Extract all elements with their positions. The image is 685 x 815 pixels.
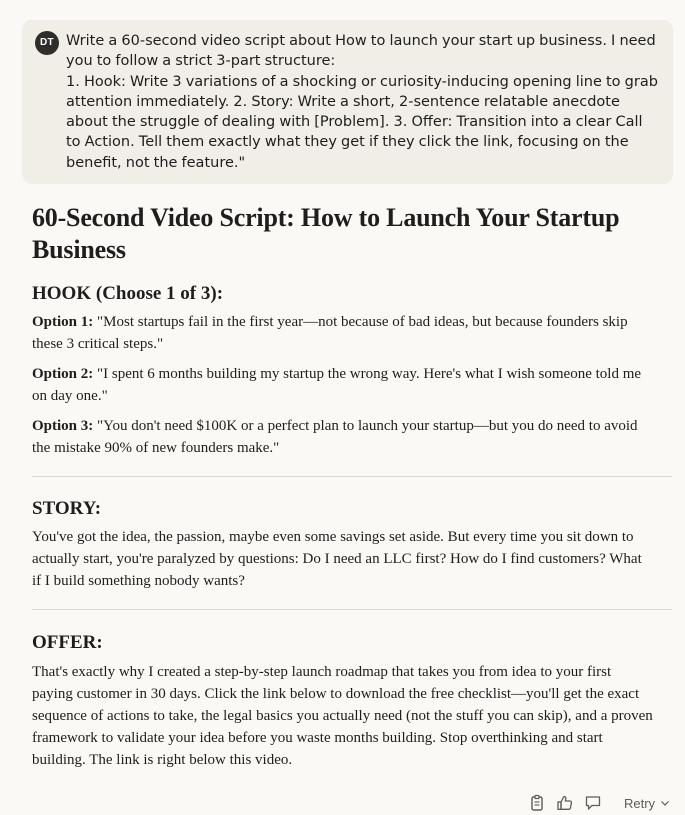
- user-avatar: DT: [35, 31, 59, 55]
- message-actions: Retry: [528, 793, 670, 813]
- user-message-bubble: DT Write a 60-second video script about …: [22, 20, 673, 184]
- option-text: "Most startups fail in the first year—no…: [32, 314, 628, 352]
- chevron-down-icon: [661, 801, 669, 806]
- hook-option-2: Option 2: "I spent 6 months building my …: [32, 363, 654, 407]
- hook-option-1: Option 1: "Most startups fail in the fir…: [32, 311, 654, 355]
- story-text: You've got the idea, the passion, maybe …: [32, 529, 642, 589]
- option-label: Option 3:: [32, 418, 94, 434]
- section-divider: [32, 476, 672, 477]
- section-divider: [32, 609, 672, 610]
- option-text: "You don't need $100K or a perfect plan …: [32, 418, 638, 456]
- option-label: Option 1:: [32, 314, 94, 330]
- option-label: Option 2:: [32, 366, 94, 382]
- thumbs-down-icon[interactable]: [584, 794, 602, 812]
- user-prompt-text: Write a 60-second video script about How…: [66, 33, 658, 171]
- hook-option-3: Option 3: "You don't need $100K or a per…: [32, 415, 654, 459]
- thumbs-up-icon[interactable]: [556, 794, 574, 812]
- offer-heading: OFFER:: [32, 632, 103, 653]
- offer-text: That's exactly why I created a step-by-s…: [32, 664, 653, 768]
- response-title: 60-Second Video Script: How to Launch Yo…: [32, 203, 620, 264]
- copy-icon[interactable]: [528, 794, 546, 812]
- retry-label: Retry: [624, 795, 656, 811]
- hook-heading: HOOK (Choose 1 of 3):: [32, 283, 224, 304]
- option-text: "I spent 6 months building my startup th…: [32, 366, 642, 404]
- retry-button[interactable]: Retry: [624, 796, 670, 811]
- story-heading: STORY:: [32, 498, 102, 519]
